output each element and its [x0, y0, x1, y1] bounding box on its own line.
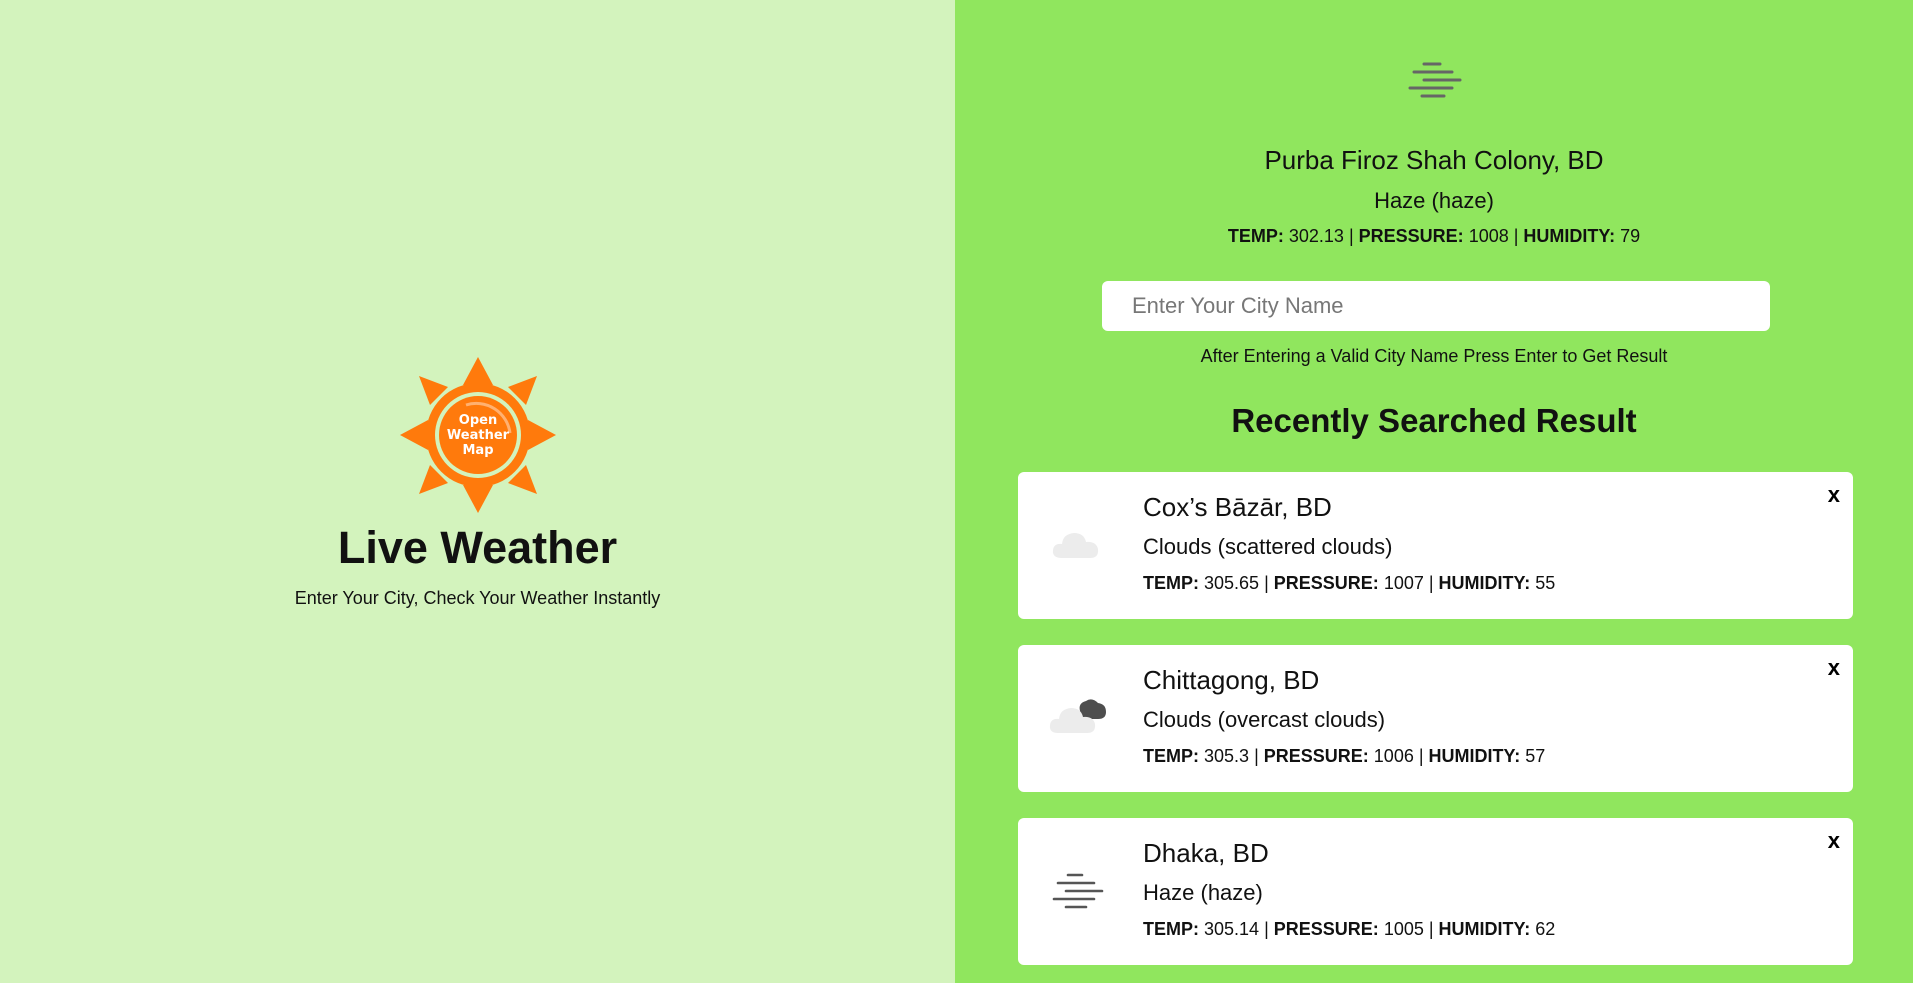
recent-section-title: Recently Searched Result [1231, 402, 1637, 439]
recent-result-card: Cox’s Bāzār, BD Clouds (scattered clouds… [1018, 472, 1853, 619]
current-stats: TEMP: 302.13 | PRESSURE: 1008 | HUMIDITY… [1227, 226, 1641, 246]
overcast-clouds-icon [1049, 699, 1106, 733]
haze-icon [1408, 62, 1462, 98]
app-title: Live Weather [337, 522, 618, 573]
current-weather: Purba Firoz Shah Colony, BD Haze (haze) … [955, 55, 1913, 247]
search-hint: After Entering a Valid City Name Press E… [1200, 346, 1668, 366]
current-description: Haze (haze) [1374, 188, 1494, 213]
result-stats: TEMP: 305.14 | PRESSURE: 1005 | HUMIDITY… [1143, 919, 1556, 939]
temp-value: 302.13 [1288, 226, 1344, 246]
pressure-value: 1008 [1468, 226, 1509, 246]
scattered-clouds-icon [1052, 533, 1099, 558]
result-description: Clouds (scattered clouds) [1143, 534, 1393, 559]
temp-label: TEMP: [1227, 226, 1284, 246]
svg-text:Open: Open [458, 413, 496, 428]
app-tagline: Enter Your City, Check Your Weather Inst… [294, 588, 661, 608]
result-city: Cox’s Bāzār, BD [1143, 492, 1332, 522]
pressure-label: PRESSURE: [1358, 226, 1464, 246]
result-stats: TEMP: 305.65 | PRESSURE: 1007 | HUMIDITY… [1143, 573, 1556, 593]
brand: Open Weather Map Live Weather Enter Your… [0, 355, 955, 609]
remove-result-button[interactable]: x [1828, 828, 1840, 854]
app: Open Weather Map Live Weather Enter Your… [0, 0, 1913, 983]
remove-result-button[interactable]: x [1828, 482, 1840, 508]
openweathermap-logo: Open Weather Map [399, 357, 556, 513]
remove-result-button[interactable]: x [1828, 655, 1840, 681]
current-city: Purba Firoz Shah Colony, BD [1264, 145, 1604, 175]
city-search-input[interactable] [1102, 281, 1770, 331]
result-description: Clouds (overcast clouds) [1143, 707, 1386, 732]
humidity-value: 79 [1620, 226, 1641, 246]
result-stats: TEMP: 305.3 | PRESSURE: 1006 | HUMIDITY:… [1143, 746, 1546, 766]
humidity-label: HUMIDITY: [1523, 226, 1616, 246]
brand-panel: Open Weather Map Live Weather Enter Your… [0, 0, 955, 983]
result-city: Dhaka, BD [1143, 838, 1269, 868]
result-city: Chittagong, BD [1143, 665, 1320, 695]
recent-result-card: Chittagong, BD Clouds (overcast clouds) … [1018, 645, 1853, 792]
recent-result-card: Dhaka, BD Haze (haze) TEMP: 305.14 | PRE… [1018, 818, 1853, 965]
haze-icon [1052, 873, 1104, 909]
svg-text:Weather: Weather [446, 428, 509, 443]
result-description: Haze (haze) [1143, 880, 1263, 905]
weather-panel: Purba Firoz Shah Colony, BD Haze (haze) … [955, 0, 1913, 983]
svg-text:Map: Map [462, 443, 493, 458]
